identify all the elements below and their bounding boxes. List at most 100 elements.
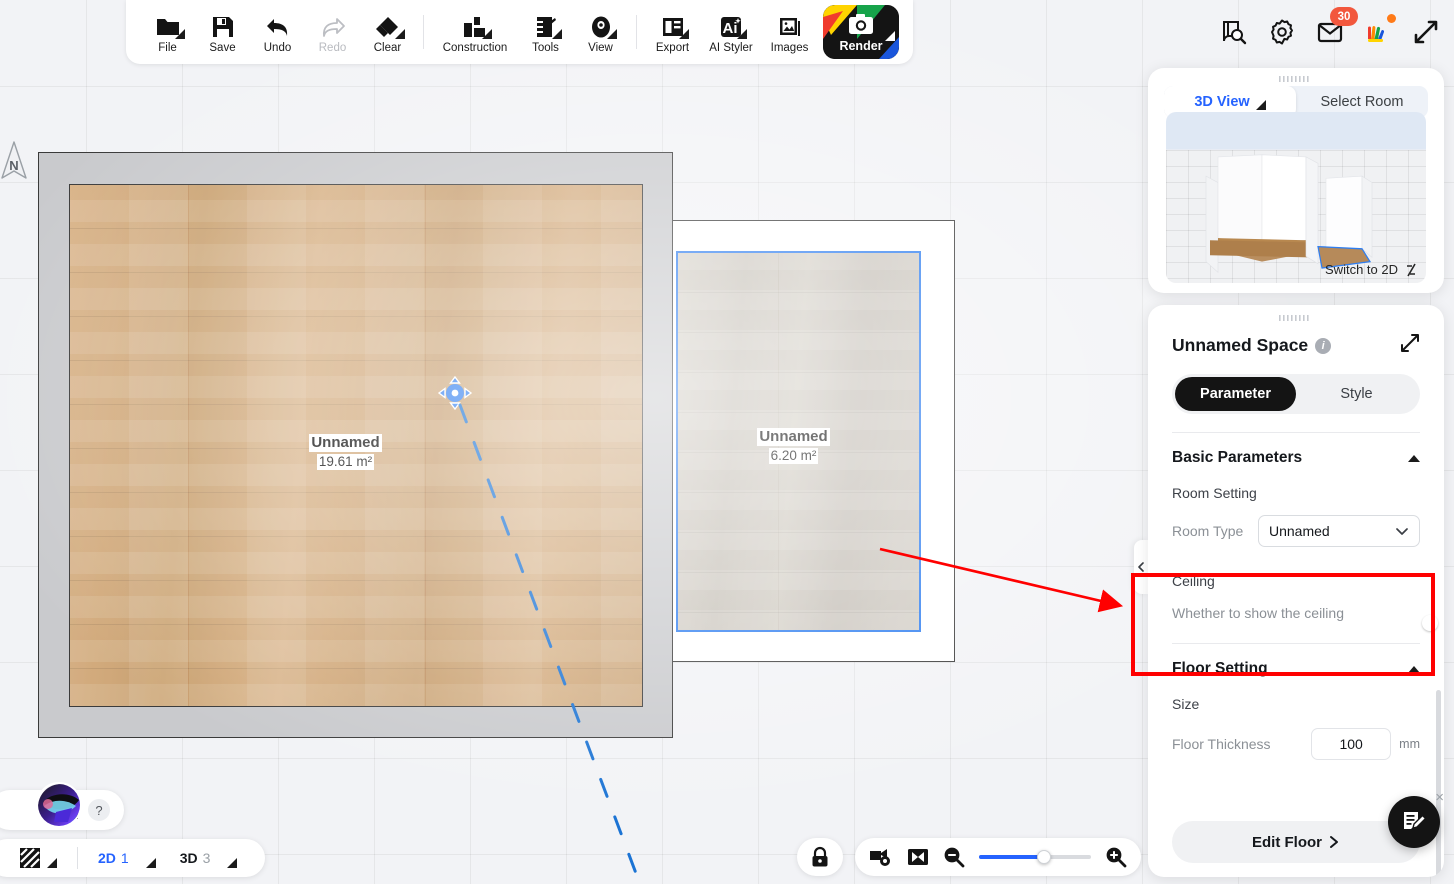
render-button[interactable]: Render xyxy=(823,5,899,59)
view-tab-3d-count: 3 xyxy=(202,850,211,866)
book-search-icon[interactable] xyxy=(1218,16,1250,48)
mail-badge-count: 30 xyxy=(1330,7,1358,26)
zoom-controls xyxy=(855,838,1141,876)
view-tab-2d-count: 1 xyxy=(120,850,129,866)
panel-scrollbar[interactable] xyxy=(1436,690,1441,877)
top-right-icon-bar: 30 xyxy=(1218,7,1442,54)
images-icon xyxy=(778,11,802,39)
avatar[interactable] xyxy=(36,782,82,828)
view-tab-2d-label: 2D xyxy=(98,850,116,866)
fit-screen-icon[interactable] xyxy=(907,846,929,868)
compass-icon: N xyxy=(0,138,36,188)
toolbar-item-ai-styler[interactable]: Ai AI Styler xyxy=(700,3,762,61)
zoom-slider[interactable] xyxy=(979,850,1091,864)
chevron-right-icon xyxy=(1330,836,1338,848)
lock-button[interactable] xyxy=(797,838,843,876)
switch-to-2d-label: Switch to 2D xyxy=(1325,262,1398,277)
hatch-pattern-icon xyxy=(20,848,40,868)
bottom-divider xyxy=(77,847,78,869)
panel-tabs: Parameter Style xyxy=(1172,374,1420,414)
ceiling-toggle-label: Whether to show the ceiling xyxy=(1172,605,1344,621)
lock-closed-icon xyxy=(812,846,828,867)
info-icon[interactable]: i xyxy=(1315,337,1332,354)
toolbar-label-save: Save xyxy=(209,41,236,54)
toolbar-item-undo[interactable]: Undo xyxy=(250,3,305,61)
row-ceiling-toggle: Whether to show the ceiling xyxy=(1148,589,1444,631)
view-preview-card: 3D View Select Room Switch to 2D xyxy=(1148,68,1444,293)
caret-icon-2 xyxy=(47,858,57,868)
toolbar-label-redo: Redo xyxy=(318,41,347,54)
toolbar-item-export[interactable]: Export xyxy=(645,3,700,61)
room-type-select[interactable]: Unnamed xyxy=(1258,515,1420,547)
section-basic-parameters-title: Basic Parameters xyxy=(1172,449,1303,466)
note-edit-icon xyxy=(1404,812,1427,829)
mail-envelope-icon[interactable]: 30 xyxy=(1314,7,1358,48)
panel-drag-handle[interactable] xyxy=(1279,315,1313,321)
toolbar-item-save[interactable]: Save xyxy=(195,3,250,61)
view-tab-3d[interactable]: 3D 3 xyxy=(170,842,248,874)
room-b-floor[interactable] xyxy=(676,251,921,632)
toolbar-label-images: Images xyxy=(770,41,809,54)
3d-viewport[interactable]: Switch to 2D xyxy=(1166,112,1426,283)
toolbar-item-redo[interactable]: Redo xyxy=(305,3,360,61)
edit-floor-label: Edit Floor xyxy=(1252,833,1322,851)
floor-thickness-input[interactable]: 100 xyxy=(1311,728,1392,760)
camera-view-icon[interactable] xyxy=(869,847,893,867)
toolbar-item-clear[interactable]: Clear xyxy=(360,3,415,61)
fullscreen-expand-icon[interactable] xyxy=(1410,16,1442,48)
folder-icon xyxy=(155,11,185,39)
zoom-in-icon[interactable] xyxy=(1105,846,1127,868)
fab-close-button[interactable]: × xyxy=(1435,789,1444,806)
row-room-type: Room Type Unnamed xyxy=(1148,501,1444,547)
panel-header: Unnamed Space i xyxy=(1148,325,1444,358)
room-type-label: Room Type xyxy=(1172,523,1244,539)
view-tab-3d-label: 3D xyxy=(179,850,198,866)
construction-icon xyxy=(462,11,492,39)
feedback-fab-button[interactable] xyxy=(1388,796,1440,848)
subhead-room-setting: Room Setting xyxy=(1172,485,1257,501)
zoom-out-icon[interactable] xyxy=(943,846,965,868)
collapse-triangle-icon-2[interactable] xyxy=(1408,665,1420,673)
chevron-down-icon xyxy=(1396,528,1408,535)
gear-icon[interactable] xyxy=(1266,16,1298,48)
toolbar-label-undo: Undo xyxy=(263,41,292,54)
section-floor-setting-header[interactable]: Floor Setting xyxy=(1148,644,1444,678)
svg-text:Ai: Ai xyxy=(723,20,738,37)
tab-select-room-label: Select Room xyxy=(1320,94,1404,110)
view-tab-2d[interactable]: 2D 1 xyxy=(88,842,166,874)
tab-parameter[interactable]: Parameter xyxy=(1175,377,1296,411)
view-switch-bar: 2D 1 3D 3 xyxy=(0,839,266,877)
room-a-floor[interactable] xyxy=(69,184,643,707)
chevron-left-icon xyxy=(1138,562,1144,572)
toolbar-label-ai-styler: AI Styler xyxy=(709,41,753,54)
color-palette-icon[interactable] xyxy=(1362,14,1396,48)
card-drag-handle[interactable] xyxy=(1279,76,1313,82)
floor-thickness-unit: mm xyxy=(1399,737,1420,751)
toolbar-label-export: Export xyxy=(655,41,690,54)
ai-styler-icon: Ai xyxy=(719,11,747,39)
move-rotate-gizmo[interactable] xyxy=(437,375,473,411)
caret-icon-4 xyxy=(227,858,238,868)
tools-icon xyxy=(534,11,562,39)
row-floor-thickness: Floor Thickness 100 mm xyxy=(1148,712,1444,760)
tab-style[interactable]: Style xyxy=(1296,377,1417,411)
floor-thickness-label: Floor Thickness xyxy=(1172,736,1271,752)
subhead-size: Size xyxy=(1172,696,1200,712)
panel-collapse-handle[interactable] xyxy=(1134,540,1148,594)
toolbar-item-file[interactable]: File xyxy=(140,3,195,61)
toolbar-item-images[interactable]: Images xyxy=(762,3,817,61)
export-panel-icon xyxy=(661,11,689,39)
palette-status-dot xyxy=(1387,14,1396,23)
redo-arrow-icon xyxy=(320,11,346,39)
expand-panel-icon[interactable] xyxy=(1400,333,1420,358)
edit-floor-button[interactable]: Edit Floor xyxy=(1172,821,1420,863)
toolbar-item-construction[interactable]: Construction xyxy=(432,3,518,61)
section-basic-parameters-header[interactable]: Basic Parameters xyxy=(1148,433,1444,467)
collapse-triangle-icon[interactable] xyxy=(1408,454,1420,462)
material-swatch-button[interactable] xyxy=(8,842,67,874)
switch-to-2d-button[interactable]: Switch to 2D xyxy=(1325,262,1418,277)
tab-3d-view-label: 3D View xyxy=(1194,94,1250,110)
help-button[interactable]: ? xyxy=(88,799,111,821)
toolbar-item-tools[interactable]: Tools xyxy=(518,3,573,61)
toolbar-item-view[interactable]: View xyxy=(573,3,628,61)
